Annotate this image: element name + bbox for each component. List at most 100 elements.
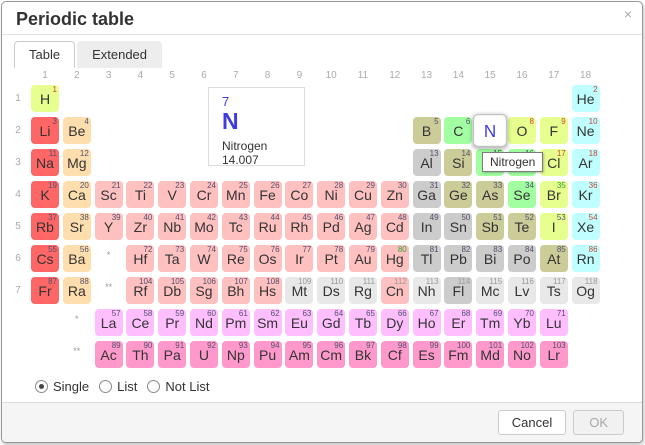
element-cell-Na[interactable]: 11Na: [31, 149, 59, 176]
element-cell-Tb[interactable]: 65Tb: [349, 309, 377, 336]
element-cell-Pb[interactable]: 82Pb: [444, 245, 472, 272]
element-cell-Hf[interactable]: 72Hf: [126, 245, 154, 272]
element-cell-Os[interactable]: 76Os: [254, 245, 282, 272]
element-cell-Au[interactable]: 79Au: [349, 245, 377, 272]
element-cell-Ne[interactable]: 10Ne: [572, 117, 600, 144]
element-cell-Ds[interactable]: 110Ds: [317, 277, 345, 304]
element-cell-Fl[interactable]: 114Fl: [444, 277, 472, 304]
element-cell-Lv[interactable]: 116Lv: [508, 277, 536, 304]
element-cell-Bh[interactable]: 107Bh: [222, 277, 250, 304]
element-cell-Cl[interactable]: 17Cl: [540, 149, 568, 176]
element-cell-Zr[interactable]: 40Zr: [126, 213, 154, 240]
element-cell-Kr[interactable]: 36Kr: [572, 181, 600, 208]
element-cell-Pt[interactable]: 78Pt: [317, 245, 345, 272]
element-cell-Ti[interactable]: 22Ti: [126, 181, 154, 208]
element-cell-Ga[interactable]: 31Ga: [413, 181, 441, 208]
radio-circle-icon[interactable]: [147, 380, 160, 393]
element-cell-Ca[interactable]: 20Ca: [63, 181, 91, 208]
element-cell-Mc[interactable]: 115Mc: [476, 277, 504, 304]
element-cell-Sb[interactable]: 51Sb: [476, 213, 504, 240]
element-cell-Mg[interactable]: 12Mg: [63, 149, 91, 176]
element-cell-Sc[interactable]: 21Sc: [95, 181, 123, 208]
element-cell-Tm[interactable]: 69Tm: [476, 309, 504, 336]
element-cell-La[interactable]: 57La: [95, 309, 123, 336]
element-cell-Po[interactable]: 84Po: [508, 245, 536, 272]
element-cell-Br[interactable]: 35Br: [540, 181, 568, 208]
radio-list[interactable]: List: [99, 379, 137, 394]
element-cell-Fm[interactable]: 100Fm: [444, 341, 472, 368]
element-cell-Be[interactable]: 4Be: [63, 117, 91, 144]
radio-not-list[interactable]: Not List: [147, 379, 209, 394]
element-cell-Lr[interactable]: 103Lr: [540, 341, 568, 368]
element-cell-Md[interactable]: 101Md: [476, 341, 504, 368]
element-cell-Pd[interactable]: 46Pd: [317, 213, 345, 240]
element-cell-Hs[interactable]: 108Hs: [254, 277, 282, 304]
element-cell-W[interactable]: 74W: [190, 245, 218, 272]
element-cell-Dy[interactable]: 66Dy: [381, 309, 409, 336]
element-cell-Yb[interactable]: 70Yb: [508, 309, 536, 336]
element-cell-Cn[interactable]: 112Cn: [381, 277, 409, 304]
element-cell-Xe[interactable]: 54Xe: [572, 213, 600, 240]
element-cell-Li[interactable]: 3Li: [31, 117, 59, 144]
element-cell-Mt[interactable]: 109Mt: [285, 277, 313, 304]
ok-button[interactable]: OK: [573, 410, 624, 435]
element-cell-Ra[interactable]: 88Ra: [63, 277, 91, 304]
element-cell-Es[interactable]: 99Es: [413, 341, 441, 368]
element-cell-Ge[interactable]: 32Ge: [444, 181, 472, 208]
element-cell-Rn[interactable]: 86Rn: [572, 245, 600, 272]
element-cell-Pr[interactable]: 59Pr: [158, 309, 186, 336]
element-cell-Co[interactable]: 27Co: [285, 181, 313, 208]
element-cell-Th[interactable]: 90Th: [126, 341, 154, 368]
element-cell-H[interactable]: 1H: [31, 85, 59, 112]
element-cell-Rg[interactable]: 111Rg: [349, 277, 377, 304]
element-cell-Hg[interactable]: 80Hg: [381, 245, 409, 272]
element-cell-Al[interactable]: 13Al: [413, 149, 441, 176]
element-cell-Ba[interactable]: 56Ba: [63, 245, 91, 272]
element-cell-Sm[interactable]: 62Sm: [254, 309, 282, 336]
element-cell-Ni[interactable]: 28Ni: [317, 181, 345, 208]
element-cell-At[interactable]: 85At: [540, 245, 568, 272]
element-cell-Rh[interactable]: 45Rh: [285, 213, 313, 240]
element-cell-Ac[interactable]: 89Ac: [95, 341, 123, 368]
element-cell-Nb[interactable]: 41Nb: [158, 213, 186, 240]
element-cell-Gd[interactable]: 64Gd: [317, 309, 345, 336]
element-cell-Fr[interactable]: 87Fr: [31, 277, 59, 304]
element-cell-In[interactable]: 49In: [413, 213, 441, 240]
element-cell-Mn[interactable]: 25Mn: [222, 181, 250, 208]
element-cell-O[interactable]: 8O: [508, 117, 536, 144]
radio-single[interactable]: Single: [35, 379, 89, 394]
element-cell-Ir[interactable]: 77Ir: [285, 245, 313, 272]
element-cell-Pu[interactable]: 94Pu: [254, 341, 282, 368]
element-cell-Ts[interactable]: 117Ts: [540, 277, 568, 304]
element-cell-Ho[interactable]: 67Ho: [413, 309, 441, 336]
element-cell-Sn[interactable]: 50Sn: [444, 213, 472, 240]
element-cell-I[interactable]: 53I: [540, 213, 568, 240]
element-cell-Fe[interactable]: 26Fe: [254, 181, 282, 208]
element-cell-Cs[interactable]: 55Cs: [31, 245, 59, 272]
element-cell-Rf[interactable]: 104Rf: [126, 277, 154, 304]
tab-extended[interactable]: Extended: [77, 41, 162, 68]
element-cell-B[interactable]: 5B: [413, 117, 441, 144]
element-cell-Sr[interactable]: 38Sr: [63, 213, 91, 240]
radio-circle-icon[interactable]: [99, 380, 112, 393]
element-cell-N[interactable]: N: [473, 114, 507, 147]
element-cell-Mo[interactable]: 42Mo: [190, 213, 218, 240]
element-cell-Ce[interactable]: 58Ce: [126, 309, 154, 336]
element-cell-Ru[interactable]: 44Ru: [254, 213, 282, 240]
element-cell-Cf[interactable]: 98Cf: [381, 341, 409, 368]
element-cell-Ta[interactable]: 73Ta: [158, 245, 186, 272]
element-cell-Cm[interactable]: 96Cm: [317, 341, 345, 368]
radio-circle-icon[interactable]: [35, 380, 48, 393]
element-cell-Og[interactable]: 118Og: [572, 277, 600, 304]
tab-table[interactable]: Table: [14, 41, 75, 68]
element-cell-Rb[interactable]: 37Rb: [31, 213, 59, 240]
element-cell-Bi[interactable]: 83Bi: [476, 245, 504, 272]
element-cell-Sg[interactable]: 106Sg: [190, 277, 218, 304]
element-cell-Y[interactable]: 39Y: [95, 213, 123, 240]
close-icon[interactable]: ×: [624, 7, 632, 21]
element-cell-As[interactable]: 33As: [476, 181, 504, 208]
element-cell-Tl[interactable]: 81Tl: [413, 245, 441, 272]
element-cell-Cd[interactable]: 48Cd: [381, 213, 409, 240]
element-cell-Bk[interactable]: 97Bk: [349, 341, 377, 368]
element-cell-Db[interactable]: 105Db: [158, 277, 186, 304]
